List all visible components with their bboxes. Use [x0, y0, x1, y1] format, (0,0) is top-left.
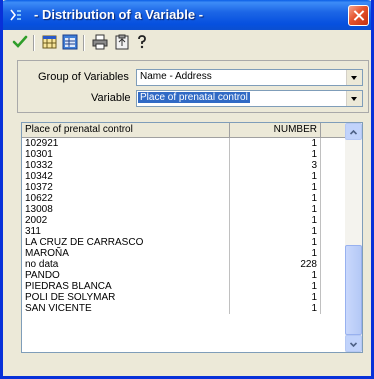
- number-cell: 1: [230, 171, 321, 182]
- table-row[interactable]: 10332 3: [22, 160, 346, 171]
- chevron-down-icon[interactable]: [346, 70, 362, 85]
- status-bar: [3, 357, 371, 376]
- scroll-down-button[interactable]: [345, 335, 362, 352]
- table-row[interactable]: 2002 1: [22, 215, 346, 226]
- place-cell: 102921: [22, 138, 230, 149]
- table-row[interactable]: 10372 1: [22, 182, 346, 193]
- column-header-place[interactable]: Place of prenatal control: [22, 123, 230, 137]
- number-cell: 1: [230, 204, 321, 215]
- place-cell: 10622: [22, 193, 230, 204]
- table-row[interactable]: 13008 1: [22, 204, 346, 215]
- place-cell: SAN VICENTE: [22, 303, 230, 314]
- table-icon: [42, 35, 57, 49]
- print-button[interactable]: [91, 33, 109, 51]
- number-cell: 228: [230, 259, 321, 270]
- place-cell: PIEDRAS BLANCA: [22, 281, 230, 292]
- number-cell: 1: [230, 193, 321, 204]
- question-icon: [138, 35, 146, 49]
- chevron-up-icon: [350, 129, 357, 135]
- number-cell: 1: [230, 270, 321, 281]
- number-cell: 1: [230, 248, 321, 259]
- place-cell: 10372: [22, 182, 230, 193]
- column-header-number[interactable]: NUMBER: [230, 123, 321, 137]
- place-cell: LA CRUZ DE CARRASCO: [22, 237, 230, 248]
- scroll-up-button[interactable]: [345, 123, 362, 140]
- number-cell: 1: [230, 237, 321, 248]
- checkmark-icon: [12, 35, 28, 48]
- number-cell: 1: [230, 138, 321, 149]
- place-cell: 10301: [22, 149, 230, 160]
- table-row[interactable]: MAROÑA 1: [22, 248, 346, 259]
- spreadsheet-icon: [62, 34, 78, 50]
- variable-label: Variable: [91, 92, 131, 104]
- printer-icon: [92, 34, 108, 50]
- number-cell: 1: [230, 292, 321, 303]
- number-cell: 3: [230, 160, 321, 171]
- accept-button[interactable]: [11, 33, 29, 51]
- place-cell: no data: [22, 259, 230, 270]
- place-cell: POLI DE SOLYMAR: [22, 292, 230, 303]
- table-row[interactable]: no data 228: [22, 259, 346, 270]
- table-row[interactable]: POLI DE SOLYMAR 1: [22, 292, 346, 303]
- number-cell: 1: [230, 149, 321, 160]
- number-cell: 1: [230, 226, 321, 237]
- table-header: Place of prenatal control NUMBER: [22, 123, 346, 138]
- export-button[interactable]: [61, 33, 79, 51]
- table-row[interactable]: 10301 1: [22, 149, 346, 160]
- chevron-down-icon[interactable]: [346, 91, 362, 106]
- place-cell: 10332: [22, 160, 230, 171]
- table-row[interactable]: 10342 1: [22, 171, 346, 182]
- window-title: - Distribution of a Variable -: [34, 7, 204, 22]
- place-cell: PANDO: [22, 270, 230, 281]
- distribution-table[interactable]: Place of prenatal control NUMBER 102921 1…: [21, 122, 363, 353]
- number-cell: 1: [230, 182, 321, 193]
- toolbar-separator: [83, 35, 85, 51]
- place-cell: 311: [22, 226, 230, 237]
- toolbar-separator: [33, 35, 35, 51]
- table-row[interactable]: 102921 1: [22, 138, 346, 149]
- vertical-scrollbar[interactable]: [345, 123, 362, 352]
- number-cell: 1: [230, 215, 321, 226]
- clipboard-icon: [115, 34, 129, 50]
- group-of-variables-value: Name - Address: [140, 71, 212, 82]
- table-row[interactable]: 10622 1: [22, 193, 346, 204]
- close-button[interactable]: [348, 5, 369, 26]
- variable-value: Place of prenatal control: [138, 92, 250, 103]
- title-bar[interactable]: - Distribution of a Variable -: [3, 0, 371, 30]
- table-row[interactable]: 311 1: [22, 226, 346, 237]
- group-of-variables-select[interactable]: Name - Address: [136, 69, 363, 86]
- place-cell: 13008: [22, 204, 230, 215]
- place-cell: 2002: [22, 215, 230, 226]
- place-cell: MAROÑA: [22, 248, 230, 259]
- distribution-window: - Distribution of a Variable - Group of …: [0, 0, 374, 379]
- scroll-thumb[interactable]: [345, 245, 362, 335]
- group-of-variables-label: Group of Variables: [38, 71, 129, 83]
- table-row[interactable]: LA CRUZ DE CARRASCO 1: [22, 237, 346, 248]
- chevron-down-icon: [350, 342, 357, 348]
- table-row[interactable]: SAN VICENTE 1: [22, 303, 346, 314]
- table-row[interactable]: PIEDRAS BLANCA 1: [22, 281, 346, 292]
- help-button[interactable]: [133, 33, 151, 51]
- number-cell: 1: [230, 303, 321, 314]
- place-cell: 10342: [22, 171, 230, 182]
- table-row[interactable]: PANDO 1: [22, 270, 346, 281]
- variable-select[interactable]: Place of prenatal control: [136, 90, 363, 107]
- filter-panel: Group of Variables Name - Address Variab…: [17, 60, 369, 113]
- app-icon: [8, 7, 24, 23]
- copy-button[interactable]: [113, 33, 131, 51]
- open-table-button[interactable]: [41, 33, 59, 51]
- number-cell: 1: [230, 281, 321, 292]
